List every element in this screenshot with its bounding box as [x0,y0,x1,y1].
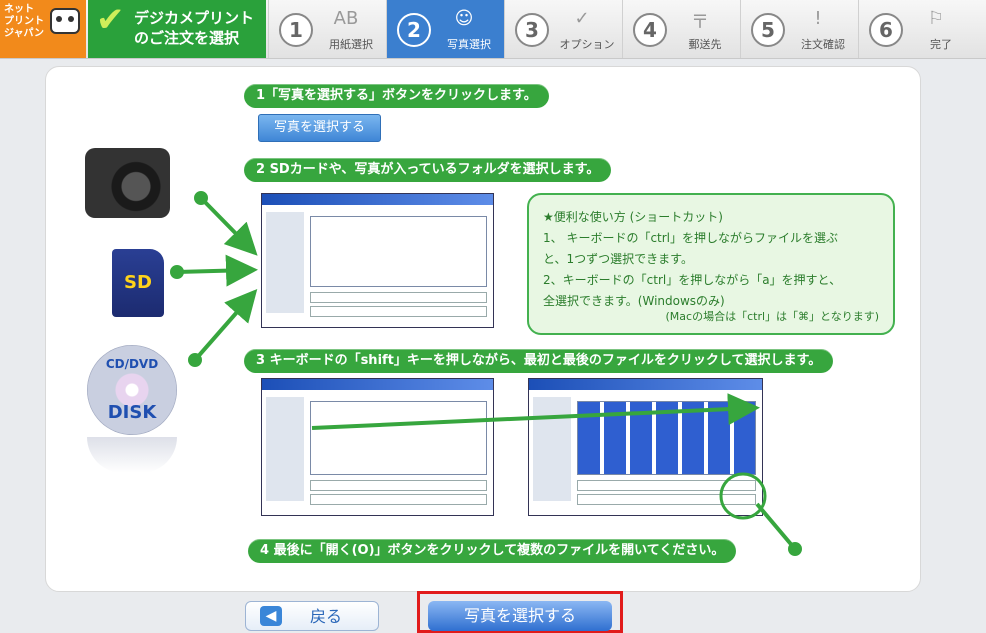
instruction-arrows [170,191,802,556]
back-button[interactable]: ◀ 戻る [245,601,379,631]
back-button-label: 戻る [310,607,343,626]
cd-arrow [193,288,258,362]
open-button-line [755,502,797,551]
selection-arrow [311,393,760,430]
sd-arrow [176,254,258,287]
camera-arrow [199,196,258,256]
open-button-highlight [719,472,767,520]
back-arrow-icon: ◀ [260,606,282,626]
select-photos-button[interactable]: 写真を選択する [428,601,612,631]
